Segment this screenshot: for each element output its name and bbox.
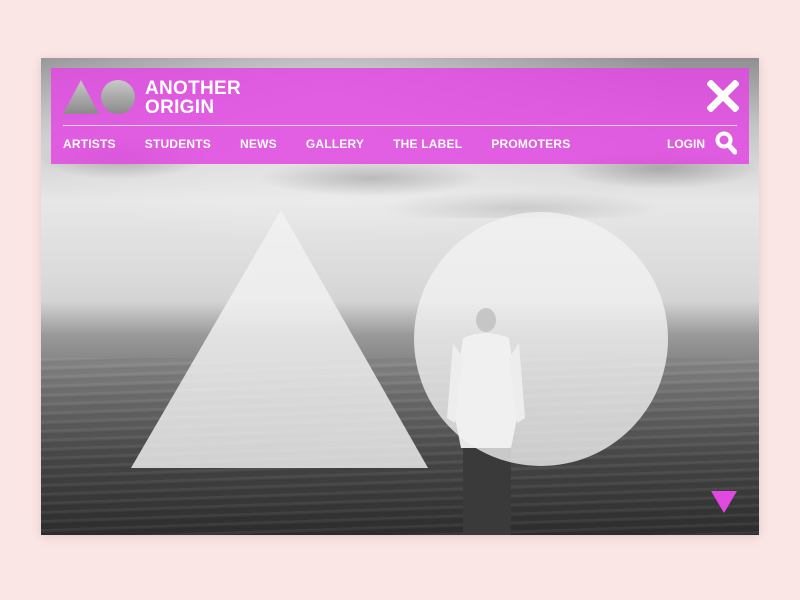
nav-item-gallery[interactable]: GALLERY [306,134,364,154]
login-link[interactable]: LOGIN [667,134,705,154]
site-header: ANOTHER ORIGIN ARTISTS STUDENTS NEWS GAL… [51,68,749,164]
brand-line-1: ANOTHER [145,78,242,99]
nav-item-promoters[interactable]: PROMOTERS [491,134,570,154]
triangle-circle-logo-icon[interactable] [63,79,137,115]
main-nav: ARTISTS STUDENTS NEWS GALLERY THE LABEL … [63,134,599,154]
header-divider [63,125,737,126]
brand-line-2: ORIGIN [145,97,215,118]
brand-name[interactable]: ANOTHER ORIGIN [145,79,345,117]
hero-triangle-shape [131,210,428,468]
search-icon[interactable] [715,131,737,155]
close-x-icon[interactable] [707,80,739,112]
nav-item-the-label[interactable]: THE LABEL [393,134,462,154]
nav-item-artists[interactable]: ARTISTS [63,134,116,154]
hero-frame: ANOTHER ORIGIN ARTISTS STUDENTS NEWS GAL… [41,58,759,535]
down-triangle-icon[interactable] [711,491,737,513]
nav-item-news[interactable]: NEWS [240,134,277,154]
hero-circle-shape [414,212,668,466]
nav-item-students[interactable]: STUDENTS [145,134,211,154]
